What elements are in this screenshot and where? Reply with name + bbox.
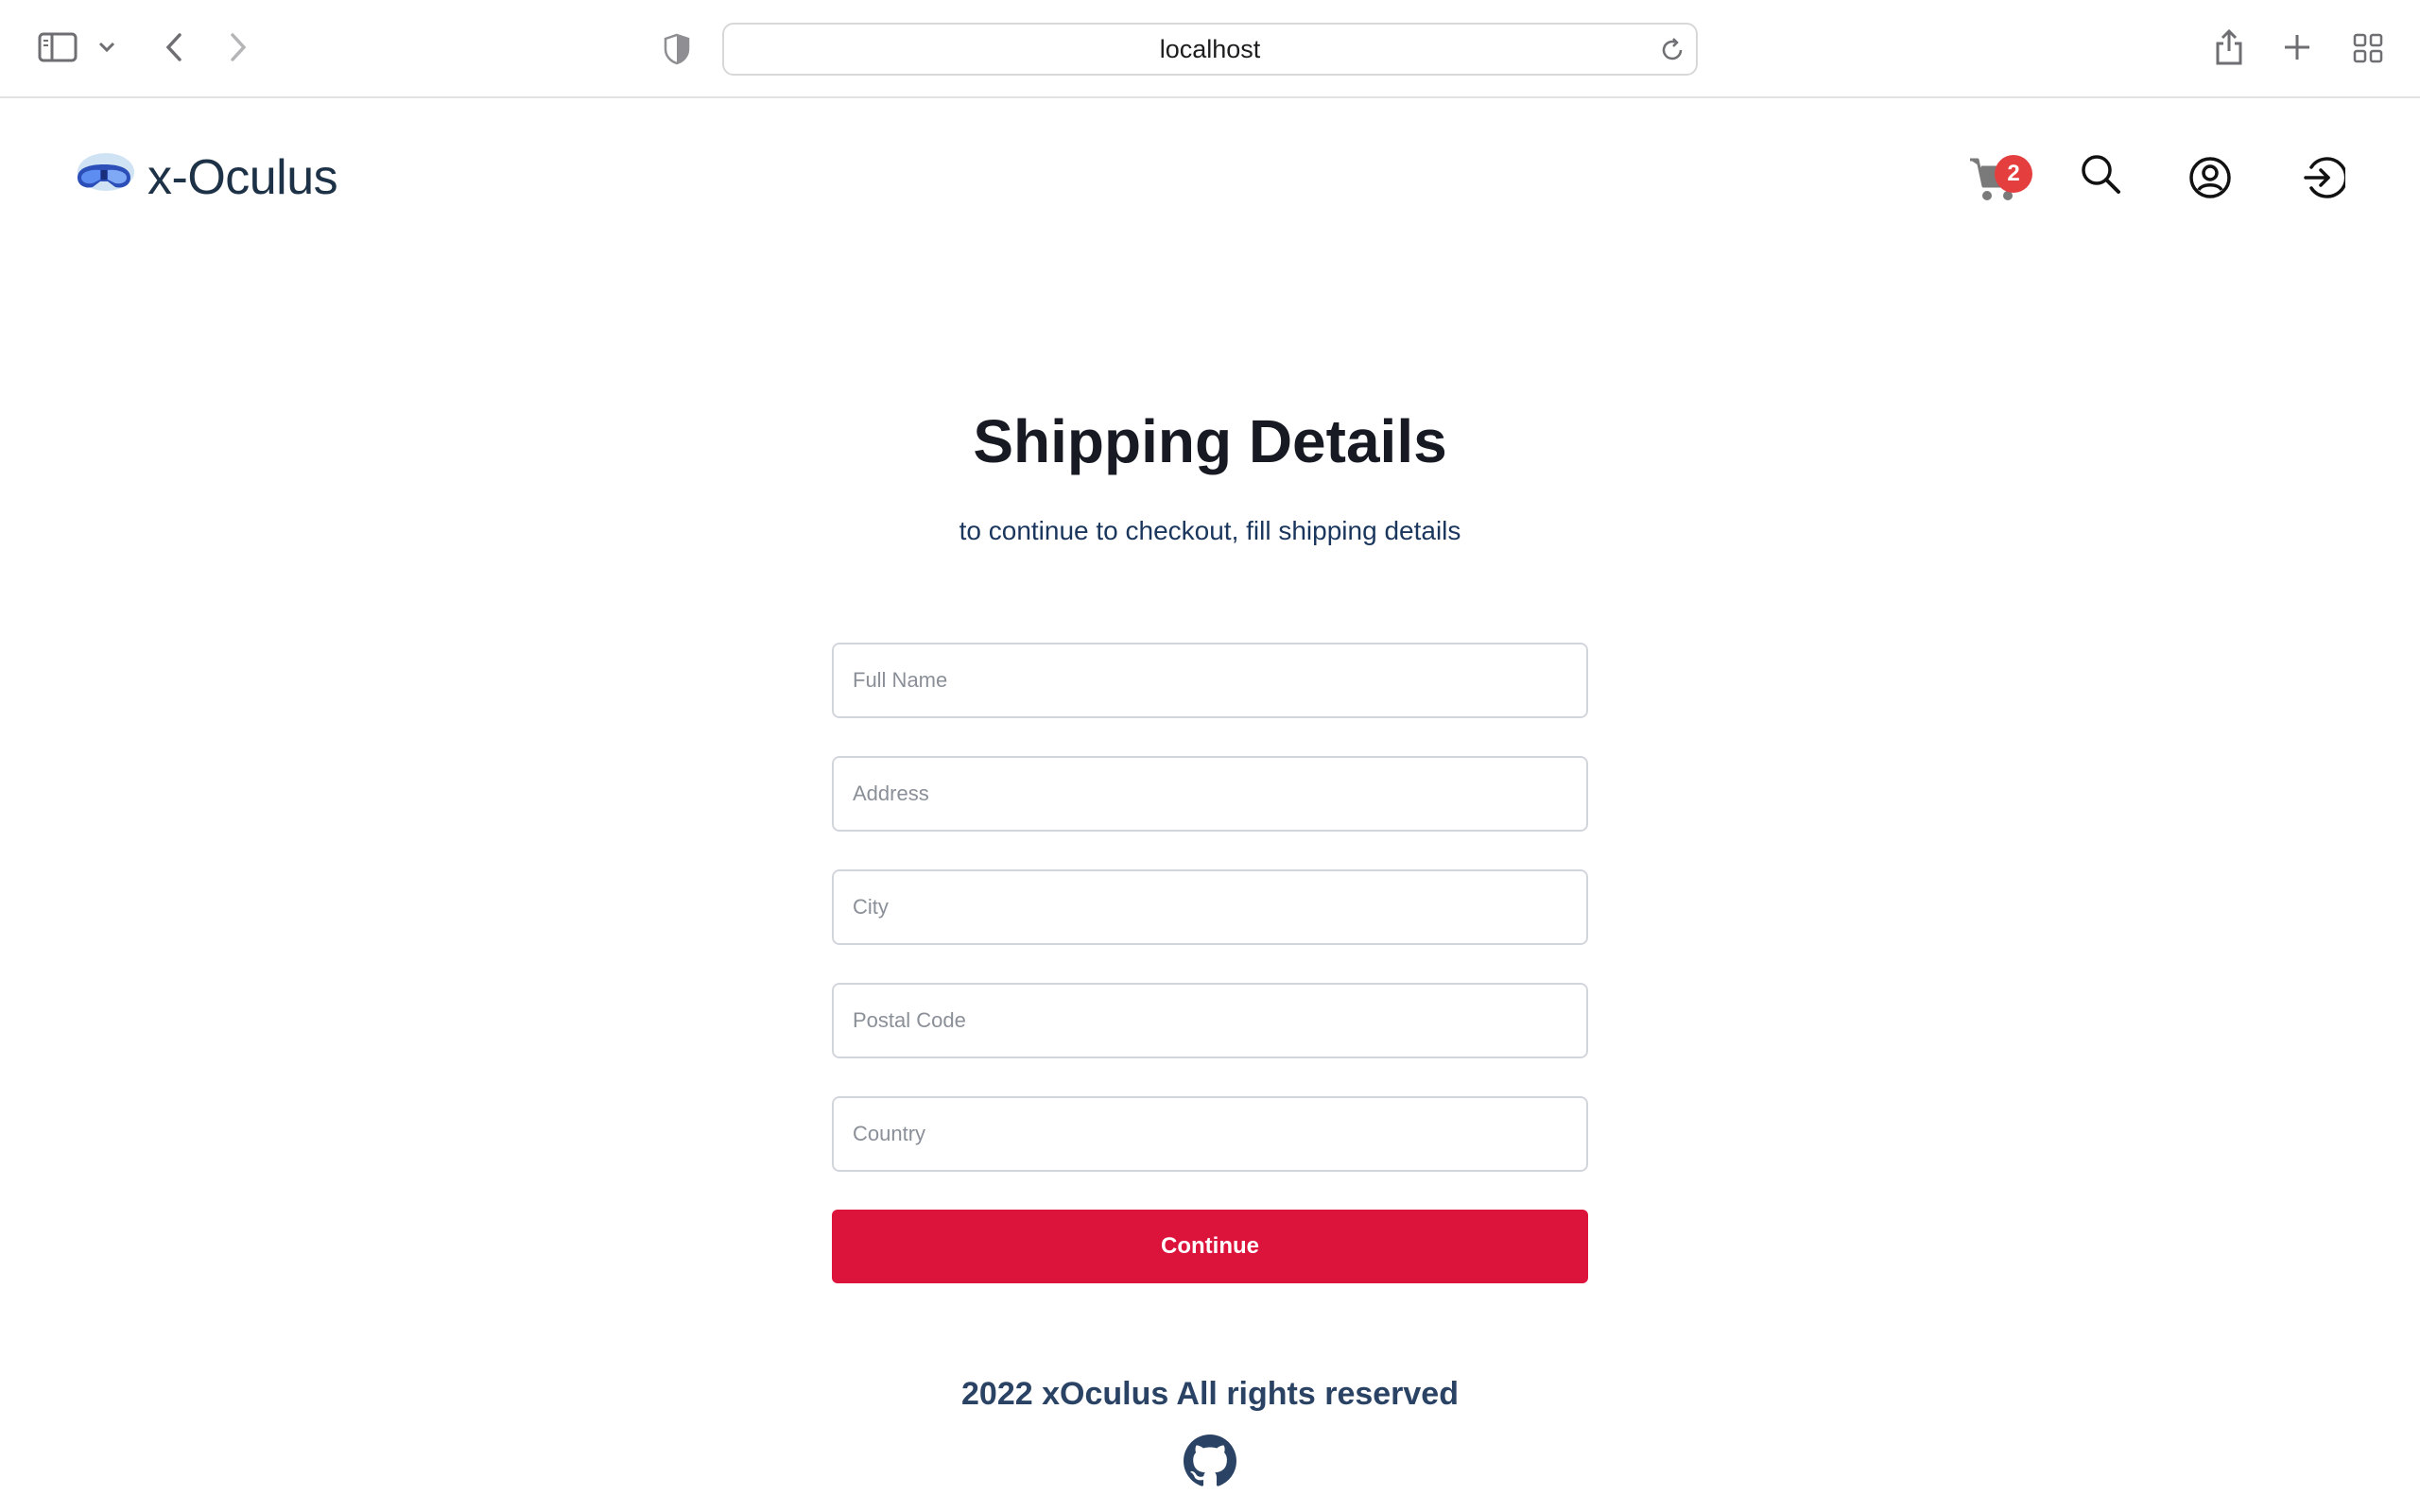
user-circle-icon — [2188, 156, 2232, 204]
forward-icon[interactable] — [219, 28, 257, 66]
back-icon[interactable] — [155, 28, 193, 66]
url-text: localhost — [1159, 34, 1261, 63]
account-button[interactable] — [2186, 155, 2235, 204]
logo-text: x-Oculus — [147, 150, 338, 205]
postal-code-field[interactable] — [832, 983, 1588, 1058]
chevron-down-icon[interactable] — [95, 36, 119, 59]
plus-icon[interactable] — [2278, 28, 2316, 66]
github-icon[interactable] — [1184, 1435, 1236, 1487]
sidebar-icon[interactable] — [34, 28, 81, 66]
shield-icon[interactable] — [658, 30, 696, 68]
share-icon[interactable] — [2208, 25, 2250, 70]
country-field[interactable] — [832, 1096, 1588, 1172]
city-field[interactable] — [832, 869, 1588, 945]
page-subtitle: to continue to checkout, fill shipping d… — [959, 516, 1461, 545]
sign-in-button[interactable] — [2299, 155, 2348, 204]
page-title: Shipping Details — [973, 407, 1447, 475]
tab-grid-icon[interactable] — [2348, 28, 2388, 68]
address-field[interactable] — [832, 756, 1588, 832]
cart-count-badge: 2 — [1995, 155, 2032, 193]
footer-copyright: 2022 xOculus All rights reserved — [961, 1376, 1459, 1412]
full-name-field[interactable] — [832, 643, 1588, 718]
sign-in-icon — [2302, 156, 2348, 204]
browser-toolbar: localhost — [0, 0, 2420, 98]
vr-headset-logo-icon — [72, 149, 136, 207]
address-bar[interactable]: localhost — [722, 23, 1698, 76]
reload-icon[interactable] — [1658, 36, 1686, 64]
search-button[interactable] — [2076, 151, 2125, 200]
continue-button[interactable]: Continue — [832, 1210, 1588, 1283]
site-logo[interactable]: x-Oculus — [72, 144, 338, 212]
search-icon — [2080, 153, 2121, 199]
